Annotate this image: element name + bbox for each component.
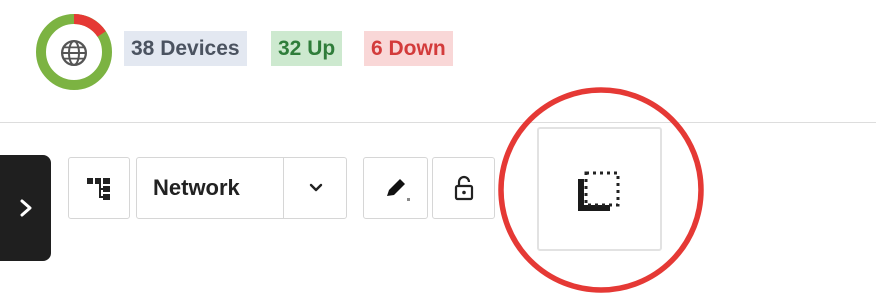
network-view-select[interactable]: Network (136, 157, 347, 219)
devices-up-badge[interactable]: 32 Up (271, 31, 343, 66)
select-area-button[interactable] (537, 127, 662, 251)
select-area-icon (578, 171, 620, 211)
devices-down-badge[interactable]: 6 Down (364, 31, 453, 66)
tree-layout-icon (87, 178, 110, 200)
select-separator (283, 158, 284, 218)
lock-button[interactable] (432, 157, 495, 219)
edit-button[interactable] (363, 157, 428, 219)
header-divider (0, 122, 876, 123)
chevron-right-icon (20, 199, 32, 217)
chevron-down-icon[interactable] (307, 182, 325, 194)
tree-layout-button[interactable] (68, 157, 130, 219)
pencil-icon (386, 179, 410, 201)
devices-count-badge[interactable]: 38 Devices (124, 31, 247, 66)
network-select-label: Network (153, 175, 240, 200)
sidebar-toggle-button[interactable] (0, 155, 51, 261)
globe-icon (61, 40, 87, 66)
lock-open-icon (454, 175, 473, 201)
